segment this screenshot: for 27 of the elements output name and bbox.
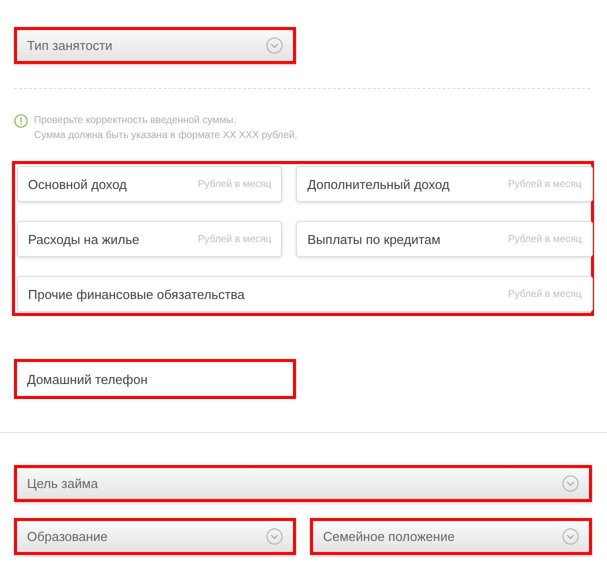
chevron-down-icon: [562, 475, 579, 492]
amount-field[interactable]: Выплаты по кредитам Рублей в месяц: [296, 221, 592, 257]
field-label: Выплаты по кредитам: [307, 232, 440, 246]
notice-text: Сумма должна быть указана в формате XX XXX рублей.: [34, 129, 298, 143]
amount-field[interactable]: Прочие финансовые обязательства Рублей в месяц: [17, 276, 592, 312]
select-field[interactable]: Тип занятости: [14, 27, 296, 64]
chevron-down-icon: [266, 528, 283, 545]
exclamation-icon: [14, 114, 28, 128]
field-label: Прочие финансовые обязательства: [28, 286, 245, 302]
notice-text: Проверьте корректность введенной суммы.: [34, 114, 238, 128]
chevron-down-icon: [266, 37, 283, 54]
amount-field[interactable]: Основной доход Рублей в месяц: [17, 166, 282, 202]
amount-field[interactable]: Расходы на жилье Рублей в месяц: [17, 221, 282, 257]
amount-input[interactable]: Рублей в месяц: [450, 178, 582, 190]
input-field[interactable]: Домашний телефон: [14, 359, 296, 399]
select-field[interactable]: Цель займа: [14, 465, 592, 502]
field-label: Расходы на жилье: [28, 232, 140, 246]
amount-input[interactable]: Рублей в месяц: [440, 234, 582, 244]
amount-input[interactable]: Рублей в месяц: [139, 234, 272, 244]
chevron-down-icon: [562, 528, 579, 545]
select-field[interactable]: Семейное положение: [310, 518, 592, 555]
amount-field[interactable]: Дополнительный доход Рублей в месяц: [296, 166, 592, 202]
select-field[interactable]: Образование: [14, 518, 296, 555]
amount-input[interactable]: Рублей в месяц: [244, 288, 582, 300]
field-label: Основной доход: [28, 176, 127, 192]
amount-input[interactable]: Рублей в месяц: [126, 178, 272, 190]
field-label: Дополнительный доход: [307, 176, 450, 192]
